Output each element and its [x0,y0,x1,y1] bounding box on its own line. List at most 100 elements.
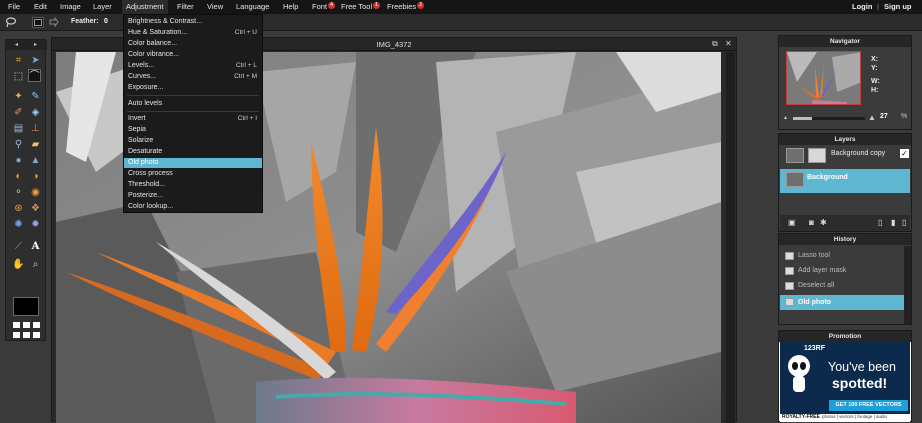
crop-icon[interactable]: ⌗ [12,54,25,67]
menu-brightness-contrast[interactable]: Brightness & Contrast... [124,17,262,27]
zoom-slider[interactable] [793,117,865,120]
history-item[interactable]: Add layer mask [780,265,910,277]
vertical-scrollbar[interactable] [726,52,735,423]
menu-exposure[interactable]: Exposure... [124,83,262,93]
collapse-right-icon[interactable]: ▸ [34,41,37,48]
stamp-icon[interactable]: ⊥ [29,122,42,135]
dodge-icon[interactable]: ◐ [12,170,25,183]
navigator-thumbnail[interactable] [786,51,861,105]
layer-settings-icon[interactable]: ▣ [788,218,796,227]
sponge-icon[interactable]: ❖ [29,202,42,215]
collapse-left-icon[interactable]: ◂ [15,41,18,48]
history-item[interactable]: Old photo [780,295,910,310]
burn-icon[interactable]: ◑ [29,170,42,183]
wand-icon[interactable]: ✦ [12,90,25,103]
menu-posterize[interactable]: Posterize... [124,191,262,201]
menu-color-balance[interactable]: Color balance... [124,39,262,49]
menu-curves[interactable]: Curves... Ctrl + M [124,72,262,82]
menu-adjustment[interactable]: Adjustment [122,0,168,14]
menu-color-lookup[interactable]: Color lookup... [124,202,262,212]
menu-label: Solarize [128,137,154,144]
menu-layer[interactable]: Layer [93,2,112,11]
promo-footer-categories: photos | vectors | footage | audio [822,414,888,419]
pencil-icon[interactable]: ✎ [29,90,42,103]
zoom-in-icon[interactable]: ▲ [868,113,876,122]
layer-mask-thumbnail[interactable] [808,148,826,163]
restore-icon[interactable]: ⧉ [712,39,718,49]
history-item[interactable]: Lasso tool [780,250,910,262]
promo-cta-button[interactable]: GET 100 FREE VECTORS [829,400,908,411]
history-item[interactable]: Deselect all [780,280,910,292]
notification-badge: 2 [417,2,425,9]
menu-invert[interactable]: Invert Ctrl + I [124,114,262,124]
menu-file[interactable]: File [8,2,20,11]
menu-image[interactable]: Image [60,2,81,11]
hand-icon[interactable]: ✋ [12,258,25,271]
menu-freebies[interactable]: Freebies 2 [387,2,425,11]
menu-filter[interactable]: Filter [177,2,194,11]
feather-input[interactable]: 0 [104,18,108,25]
menu-levels[interactable]: Levels... Ctrl + L [124,61,262,71]
red-eye-icon[interactable]: ⊛ [12,202,25,215]
brush-icon[interactable]: ✐ [12,106,25,119]
layers-toolbar: ▣ ◙ ✱ ▯ ▮ ▯ [780,215,910,231]
menu-desaturate[interactable]: Desaturate [124,147,262,157]
menu-edit[interactable]: Edit [34,2,47,11]
history-title: History [779,234,911,245]
signup-link[interactable]: Sign up [884,2,912,11]
menu-auto-levels[interactable]: Auto levels [124,99,262,109]
zoom-out-icon[interactable]: ▴ [784,114,787,121]
blur-icon[interactable]: ● [12,154,25,167]
add-selection-icon[interactable] [48,16,60,28]
smudge-icon[interactable]: ◉ [29,186,42,199]
menu-threshold[interactable]: Threshold... [124,180,262,190]
bucket-icon[interactable]: ◈ [29,106,42,119]
zoom-value[interactable]: 27 [880,113,888,120]
menu-sepia[interactable]: Sepia [124,125,262,135]
menu-help[interactable]: Help [283,2,298,11]
menu-font[interactable]: Font 4 [312,2,336,11]
history-scrollbar[interactable] [904,246,911,324]
layer-row[interactable]: Background copy ✓ [780,145,910,167]
login-link[interactable]: Login [852,2,872,11]
sharpen-icon[interactable]: ▲ [29,154,42,167]
menu-cross-process[interactable]: Cross process [124,169,262,179]
magnify-icon[interactable]: ⌕ [29,258,42,271]
menu-color-vibrance[interactable]: Color vibrance... [124,50,262,60]
text-tool-icon[interactable]: A [29,240,42,253]
eyedropper-icon[interactable]: ⚲ [12,138,25,151]
menu-view[interactable]: View [207,2,223,11]
layer-style-icon[interactable]: ✱ [820,218,827,227]
gradient-icon[interactable]: ▤ [12,122,25,135]
duplicate-layer-icon[interactable]: ▯ [902,218,906,227]
notification-badge: 1 [373,2,381,9]
menu-hue-saturation[interactable]: Hue & Saturation... Ctrl + U [124,28,262,38]
history-step-icon [785,252,794,260]
trash-icon[interactable]: ▮ [891,218,895,227]
zoom-tool-icon[interactable]: ⚬ [12,186,25,199]
layers-panel: Layers Background copy ✓ Background ▣ ◙ … [778,133,912,232]
layer-mask-icon[interactable]: ◙ [809,218,814,227]
colorpicker-icon[interactable]: ⟋ [12,240,25,253]
menu-label: Curves... [128,73,157,80]
new-layer-icon[interactable]: ▯ [878,218,882,227]
menu-language[interactable]: Language [236,2,269,11]
new-selection-icon[interactable] [32,17,44,28]
move-icon[interactable]: ➤ [29,54,42,67]
layer-row[interactable]: Background [780,169,910,193]
promotion-banner[interactable]: 123RF You've been spotted! GET 100 FREE … [780,342,910,422]
menu-label: Desaturate [128,148,163,155]
layer-visibility-checkbox[interactable]: ✓ [900,149,909,158]
promo-footer-label: ROYALTY-FREE [782,414,820,420]
menu-old-photo[interactable]: Old photo [124,158,262,168]
close-icon[interactable]: ✕ [725,39,732,48]
lasso-tool-icon[interactable]: ⌒ [28,69,41,82]
clone-icon[interactable]: ✺ [12,218,25,231]
marquee-icon[interactable]: ⬚ [12,70,25,83]
menu-solarize[interactable]: Solarize [124,136,262,146]
bloat-icon[interactable]: ✹ [29,218,42,231]
grid-view-icon[interactable] [13,322,40,339]
color-swatch[interactable] [13,297,39,316]
menu-free-tool[interactable]: Free Tool 1 [341,2,381,11]
eraser-icon[interactable]: ▰ [29,138,42,151]
